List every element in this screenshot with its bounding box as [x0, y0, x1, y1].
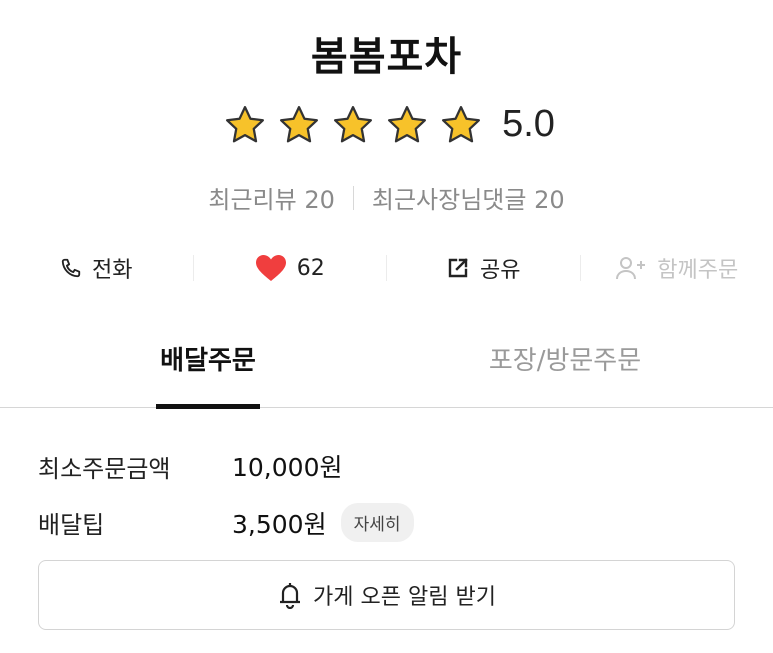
share-icon — [446, 256, 470, 280]
share-label: 공유 — [480, 258, 521, 283]
delivery-tip-row: 배달팁 3,500원 자세히 — [38, 503, 414, 542]
order-type-tabs: 배달주문 포장/방문주문 — [0, 340, 773, 409]
min-order-value: 10,000원 — [232, 453, 343, 482]
open-alert-button[interactable]: 가게 오픈 알림 받기 — [38, 560, 735, 630]
min-order-label: 최소주문금액 — [38, 454, 171, 483]
heart-icon — [255, 254, 287, 282]
like-button[interactable]: 62 — [194, 246, 387, 290]
star-icon — [226, 105, 265, 142]
recent-reviews[interactable]: 최근리뷰 20 — [208, 180, 335, 215]
star-rating — [218, 104, 488, 146]
call-label: 전화 — [92, 258, 133, 283]
store-name: 봄봄포차 — [310, 34, 463, 80]
delivery-tip-label: 배달팁 — [38, 511, 105, 539]
action-bar: 전화 62 공유 함께주문 — [0, 246, 773, 290]
star-icon — [334, 105, 373, 142]
group-order-button[interactable]: 함께주문 — [581, 246, 773, 290]
tab-delivery[interactable]: 배달주문 — [156, 340, 260, 409]
delivery-tip-value: 3,500원 — [232, 509, 327, 539]
star-icon — [280, 105, 319, 142]
likes-count: 62 — [296, 255, 325, 281]
store-page: 봄봄포차 5.0 최근리뷰 20 최근사장님댓글 20 전화 62 공유 함께주… — [0, 0, 773, 653]
tab-pickup[interactable]: 포장/방문주문 — [470, 340, 660, 408]
delivery-tip-detail-button[interactable]: 자세히 — [340, 503, 414, 542]
star-icon — [388, 105, 427, 142]
review-stats: 최근리뷰 20 최근사장님댓글 20 — [0, 180, 773, 215]
stat-divider — [352, 185, 354, 210]
group-order-label: 함께주문 — [657, 258, 739, 283]
recent-owner-replies[interactable]: 최근사장님댓글 20 — [372, 180, 565, 215]
phone-icon — [60, 257, 82, 279]
add-user-icon — [615, 255, 647, 281]
min-order-row: 최소주문금액 10,000원 — [38, 448, 342, 484]
open-alert-label: 가게 오픈 알림 받기 — [313, 585, 496, 610]
rating-value: 5.0 — [502, 103, 555, 145]
call-button[interactable]: 전화 — [0, 246, 193, 290]
rating-row: 5.0 — [0, 103, 773, 146]
star-icon — [442, 105, 481, 142]
share-button[interactable]: 공유 — [387, 246, 580, 290]
bell-icon — [277, 581, 303, 609]
